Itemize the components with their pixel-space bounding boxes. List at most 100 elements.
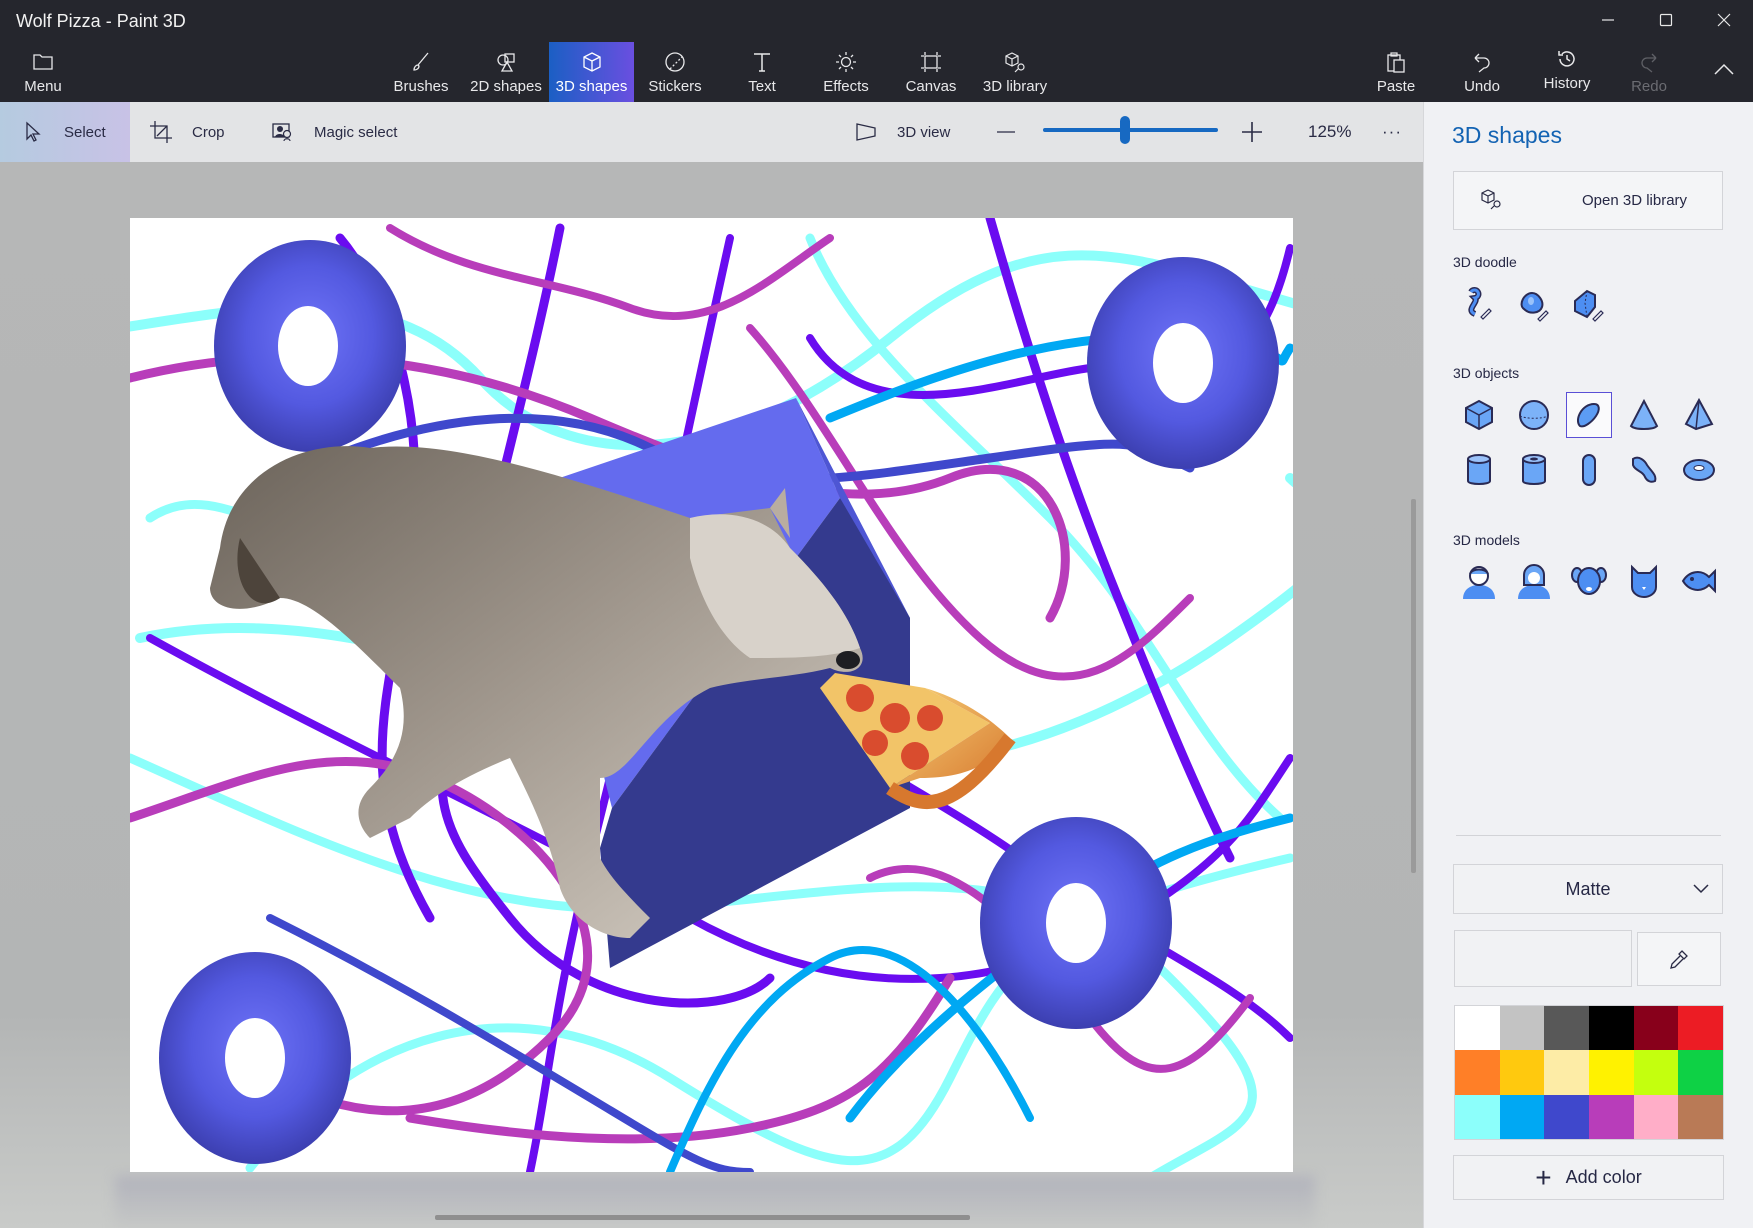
paste-label: Paste	[1376, 78, 1416, 95]
zoom-out-button[interactable]	[996, 102, 1016, 162]
minus-icon	[997, 131, 1015, 133]
3d-models-label: 3D models	[1453, 532, 1520, 548]
material-dropdown[interactable]: Matte	[1453, 864, 1723, 914]
tab-effects[interactable]: Effects	[818, 42, 874, 102]
tab-canvas[interactable]: Canvas	[903, 42, 959, 102]
redo-icon	[1641, 53, 1657, 73]
elbow-object-button[interactable]	[1621, 447, 1667, 493]
donut-top-left[interactable]	[214, 240, 406, 452]
pyramid-object-button[interactable]	[1676, 392, 1722, 438]
vertical-scrollbar[interactable]	[1411, 499, 1416, 873]
close-button[interactable]	[1695, 0, 1753, 40]
select-tool[interactable]: Select	[0, 102, 130, 162]
ribbon: Menu Brushes 2D shapes 3D shapes Sticker…	[0, 40, 1753, 102]
crop-label: Crop	[192, 123, 225, 141]
hemisphere-icon	[1576, 402, 1600, 428]
material-value: Matte	[1565, 878, 1611, 899]
open-3d-library-label: Open 3D library	[1582, 192, 1688, 209]
zoom-in-button[interactable]	[1241, 102, 1263, 162]
3d-library-icon	[1005, 52, 1025, 73]
tab-3d-library[interactable]: 3D library	[982, 42, 1048, 102]
cylinder-object-button[interactable]	[1456, 447, 1502, 493]
donut-bottom-right[interactable]	[980, 817, 1172, 1029]
color-swatch[interactable]	[1499, 1006, 1545, 1051]
color-swatch[interactable]	[1544, 1006, 1589, 1051]
select-label: Select	[64, 123, 106, 141]
folder-icon	[33, 54, 53, 70]
magic-select-tool[interactable]: Magic select	[270, 102, 397, 162]
paste-button[interactable]: Paste	[1374, 42, 1418, 102]
add-color-button[interactable]: + Add color	[1453, 1155, 1724, 1200]
more-options-button[interactable]: ···	[1382, 102, 1402, 162]
fish-model-button[interactable]	[1676, 558, 1722, 604]
redo-button[interactable]: Redo	[1627, 42, 1671, 102]
zoom-slider-thumb[interactable]	[1120, 116, 1131, 144]
cat-model-button[interactable]	[1621, 558, 1667, 604]
horizontal-scrollbar[interactable]	[435, 1215, 970, 1220]
minimize-button[interactable]	[1579, 0, 1637, 40]
tube-icon	[1522, 454, 1546, 485]
plus-icon	[1242, 122, 1262, 142]
undo-button[interactable]: Undo	[1460, 42, 1504, 102]
color-swatch[interactable]	[1633, 1094, 1679, 1139]
current-color-swatch[interactable]	[1454, 930, 1632, 987]
paste-icon	[1387, 52, 1405, 73]
magic-select-icon	[272, 123, 292, 142]
color-swatch[interactable]	[1633, 1006, 1679, 1051]
crop-tool[interactable]: Crop	[148, 102, 225, 162]
tab-stickers[interactable]: Stickers	[644, 42, 706, 102]
tab-text[interactable]: Text	[740, 42, 784, 102]
soft-doodle-button[interactable]	[1511, 282, 1557, 328]
menu-button[interactable]: Menu	[18, 42, 68, 102]
eyedropper-button[interactable]	[1637, 932, 1721, 986]
drawing-canvas[interactable]	[130, 218, 1293, 1172]
woman-model-button[interactable]	[1511, 558, 1557, 604]
color-swatch[interactable]	[1499, 1050, 1545, 1095]
zoom-slider-track[interactable]	[1043, 128, 1218, 132]
color-swatch[interactable]	[1678, 1050, 1723, 1095]
history-button[interactable]: History	[1539, 42, 1595, 102]
2d-shapes-icon	[497, 53, 515, 72]
donut-icon	[1683, 459, 1715, 481]
color-swatch[interactable]	[1678, 1094, 1723, 1139]
3d-view-toggle[interactable]: 3D view	[853, 102, 950, 162]
man-model-button[interactable]	[1456, 558, 1502, 604]
color-swatch[interactable]	[1544, 1094, 1589, 1139]
color-swatch[interactable]	[1499, 1094, 1545, 1139]
tube-object-button[interactable]	[1511, 447, 1557, 493]
color-swatch[interactable]	[1589, 1094, 1634, 1139]
dog-model-button[interactable]	[1566, 558, 1612, 604]
donut-object-button[interactable]	[1676, 447, 1722, 493]
maximize-button[interactable]	[1637, 0, 1695, 40]
3d-cube-icon	[582, 52, 601, 72]
color-swatch[interactable]	[1455, 1006, 1500, 1051]
color-swatch[interactable]	[1589, 1050, 1634, 1095]
zoom-level[interactable]: 125%	[1308, 102, 1351, 162]
hemisphere-object-button[interactable]	[1566, 392, 1612, 438]
tab-2d-shapes[interactable]: 2D shapes	[468, 42, 544, 102]
tab-3d-shapes[interactable]: 3D shapes	[549, 42, 634, 102]
donut-top-right[interactable]	[1087, 257, 1279, 469]
sticker-icon	[665, 52, 685, 72]
capsule-object-button[interactable]	[1566, 447, 1612, 493]
color-swatch[interactable]	[1544, 1050, 1589, 1095]
sphere-object-button[interactable]	[1511, 392, 1557, 438]
sharp-doodle-button[interactable]	[1456, 282, 1502, 328]
color-swatch[interactable]	[1633, 1050, 1679, 1095]
tube-doodle-button[interactable]	[1566, 282, 1612, 328]
tube-doodle-icon	[1574, 289, 1604, 322]
cube-object-button[interactable]	[1456, 392, 1502, 438]
color-swatch[interactable]	[1678, 1006, 1723, 1051]
cone-object-button[interactable]	[1621, 392, 1667, 438]
collapse-ribbon-button[interactable]	[1706, 42, 1742, 102]
magic-select-label: Magic select	[314, 123, 398, 141]
open-3d-library-button[interactable]: Open 3D library	[1453, 171, 1723, 230]
chevron-up-icon	[1714, 63, 1734, 75]
tab-brushes[interactable]: Brushes	[388, 42, 454, 102]
color-swatch[interactable]	[1589, 1006, 1634, 1051]
color-swatch[interactable]	[1455, 1050, 1500, 1095]
undo-icon	[1474, 53, 1490, 73]
color-swatch[interactable]	[1455, 1094, 1500, 1139]
donut-bottom-left[interactable]	[159, 952, 351, 1164]
3d-objects-label: 3D objects	[1453, 365, 1520, 381]
